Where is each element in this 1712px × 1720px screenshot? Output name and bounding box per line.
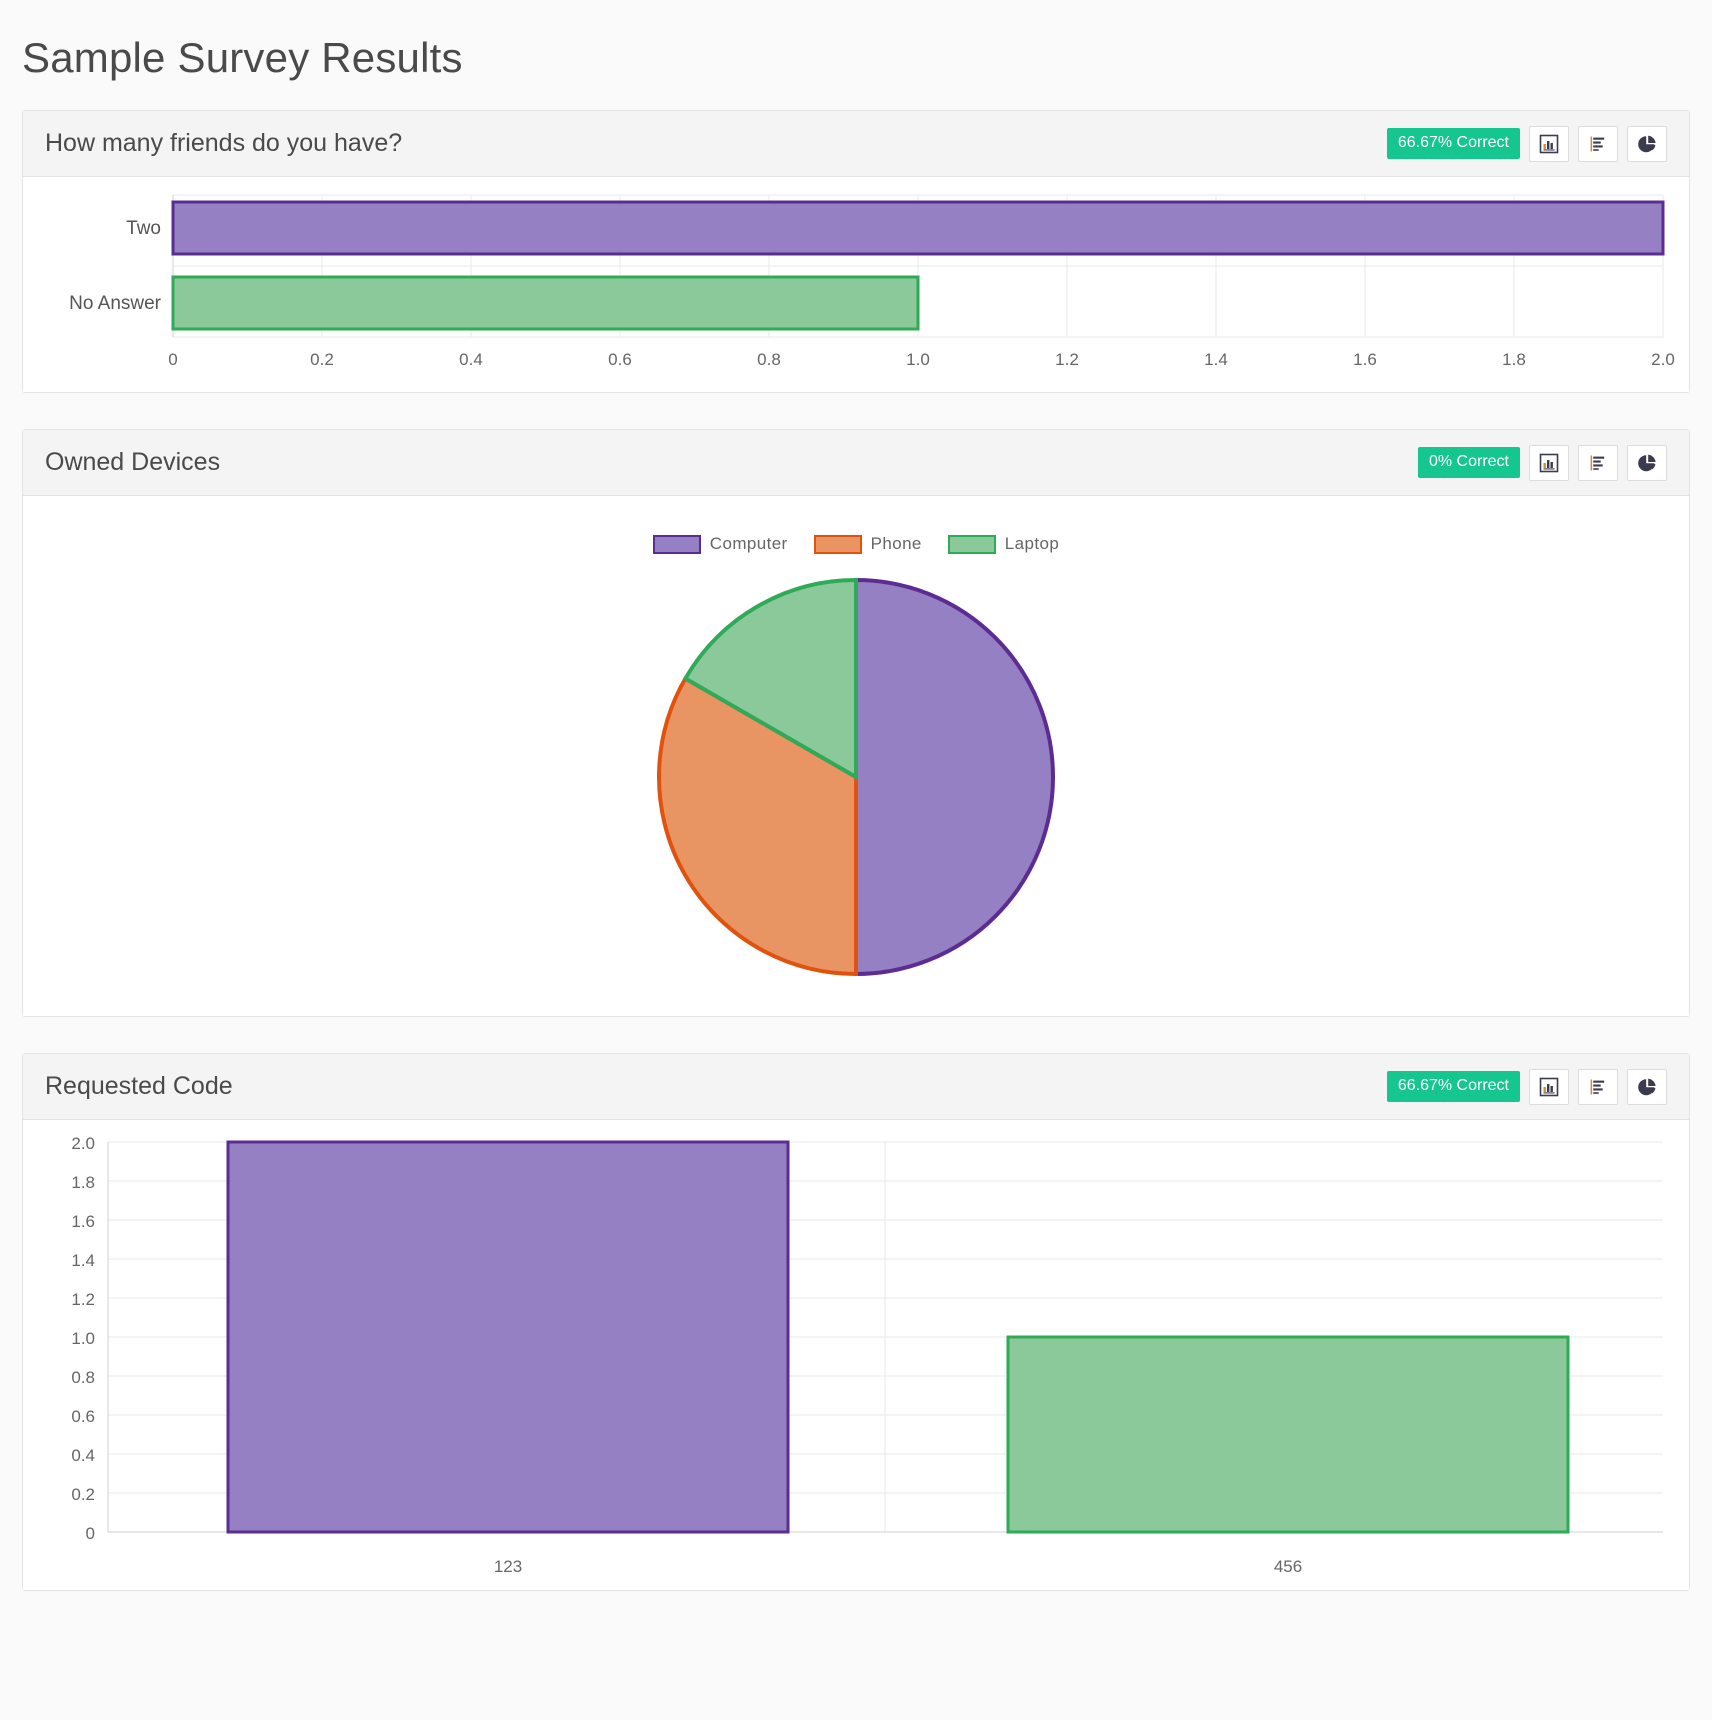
card-title-devices: Owned Devices — [45, 448, 221, 476]
x-tick-label: 1.4 — [1204, 350, 1228, 369]
pie-chart-icon-button[interactable] — [1627, 125, 1667, 162]
pie-chart-icon — [1637, 1077, 1657, 1097]
y-tick-label: 1.0 — [71, 1329, 95, 1348]
bar-no-answer — [171, 275, 920, 331]
y-tick-label: 2.0 — [71, 1134, 95, 1153]
x-tick-label: 0.6 — [608, 350, 632, 369]
survey-card-friends: How many friends do you have? 66.67% Cor… — [22, 110, 1690, 393]
y-tick-label: 0.6 — [71, 1407, 95, 1426]
bar-123 — [226, 1140, 790, 1534]
pie-chart-icon — [1637, 134, 1657, 154]
card-header-tools: 0% Correct — [1417, 444, 1667, 481]
card-title-friends: How many friends do you have? — [45, 129, 403, 157]
pie-chart-icon — [1637, 453, 1657, 473]
status-badge-code: 66.67% Correct — [1386, 1071, 1520, 1102]
survey-card-code: Requested Code 66.67% Correct 2.0 1.8 1.… — [22, 1053, 1690, 1591]
vertical-bar-chart-icon — [1539, 453, 1559, 473]
page-root: Sample Survey Results How many friends d… — [0, 0, 1712, 1720]
vertical-bar-chart-icon-button[interactable] — [1529, 1068, 1569, 1105]
x-tick-label: 1.0 — [906, 350, 930, 369]
category-label-123: 123 — [494, 1557, 522, 1576]
card-header: How many friends do you have? 66.67% Cor… — [23, 111, 1689, 177]
card-header: Owned Devices 0% Correct — [23, 430, 1689, 496]
survey-card-devices: Owned Devices 0% Correct Computer Phone … — [22, 429, 1690, 1017]
category-label-two: Two — [126, 218, 161, 239]
legend-item-phone[interactable]: Phone — [813, 534, 922, 554]
y-tick-label: 1.2 — [71, 1290, 95, 1309]
vertical-bar-chart-icon-button[interactable] — [1529, 125, 1569, 162]
horizontal-bar-chart-icon-button[interactable] — [1578, 1068, 1618, 1105]
card-body-friends: Two No Answer 0 0.2 0.4 0.6 0.8 1.0 1.2 … — [23, 177, 1689, 392]
page-title: Sample Survey Results — [22, 34, 463, 81]
card-body-devices: Computer Phone Laptop — [23, 496, 1689, 1016]
x-tick-label: 0.4 — [459, 350, 483, 369]
card-header-tools: 66.67% Correct — [1386, 1068, 1667, 1105]
x-tick-label: 0 — [168, 350, 177, 369]
legend-label-laptop: Laptop — [1004, 534, 1060, 553]
card-title-code: Requested Code — [45, 1072, 233, 1100]
x-tick-label: 1.2 — [1055, 350, 1079, 369]
status-badge-devices: 0% Correct — [1417, 447, 1520, 478]
legend-swatch-phone — [813, 534, 862, 554]
pie-chart-wrap — [23, 554, 1689, 1016]
x-tick-label: 0.8 — [757, 350, 781, 369]
legend-item-laptop[interactable]: Laptop — [947, 534, 1060, 554]
y-tick-label: 0.8 — [71, 1368, 95, 1387]
horizontal-bar-chart-icon-button[interactable] — [1578, 125, 1618, 162]
legend-swatch-laptop — [947, 534, 996, 554]
y-tick-label: 1.8 — [71, 1173, 95, 1192]
horizontal-bar-chart-icon — [1588, 1077, 1608, 1097]
category-label-no-answer: No Answer — [69, 293, 162, 314]
x-tick-label: 1.6 — [1353, 350, 1377, 369]
status-badge-friends: 66.67% Correct — [1386, 128, 1520, 159]
x-tick-label: 2.0 — [1651, 350, 1675, 369]
y-tick-label: 1.4 — [71, 1251, 95, 1270]
pie-chart-icon-button[interactable] — [1627, 1068, 1667, 1105]
pie-slice-computer — [854, 577, 1055, 977]
vertical-bar-chart-icon-button[interactable] — [1529, 444, 1569, 481]
bar-two — [171, 200, 1665, 256]
horizontal-bar-chart-icon-button[interactable] — [1578, 444, 1618, 481]
x-tick-label: 0.2 — [310, 350, 334, 369]
horizontal-bar-chart-icon — [1588, 134, 1608, 154]
legend-item-computer[interactable]: Computer — [652, 534, 788, 554]
y-tick-label: 0.4 — [71, 1446, 95, 1465]
y-tick-label: 0 — [86, 1524, 95, 1543]
card-body-code: 2.0 1.8 1.6 1.4 1.2 1.0 0.8 0.6 0.4 0.2 … — [23, 1120, 1689, 1590]
pie-chart-icon-button[interactable] — [1627, 444, 1667, 481]
category-label-456: 456 — [1274, 1557, 1302, 1576]
y-tick-label: 0.2 — [71, 1485, 95, 1504]
legend-label-phone: Phone — [870, 534, 922, 553]
legend-swatch-computer — [652, 534, 701, 554]
vertical-bar-chart-icon — [1539, 134, 1559, 154]
legend-label-computer: Computer — [709, 534, 788, 553]
horizontal-bar-chart-friends: Two No Answer 0 0.2 0.4 0.6 0.8 1.0 1.2 … — [69, 194, 1675, 369]
pie-legend: Computer Phone Laptop — [23, 496, 1689, 554]
horizontal-bar-chart-icon — [1588, 453, 1608, 473]
card-header-tools: 66.67% Correct — [1386, 125, 1667, 162]
bar-456 — [1006, 1335, 1570, 1534]
card-header: Requested Code 66.67% Correct — [23, 1054, 1689, 1120]
x-tick-label: 1.8 — [1502, 350, 1526, 369]
pie-chart-devices — [657, 577, 1055, 977]
y-tick-label: 1.6 — [71, 1212, 95, 1231]
vertical-bar-chart-icon — [1539, 1077, 1559, 1097]
vertical-bar-chart-code: 2.0 1.8 1.6 1.4 1.2 1.0 0.8 0.6 0.4 0.2 … — [71, 1134, 1663, 1576]
